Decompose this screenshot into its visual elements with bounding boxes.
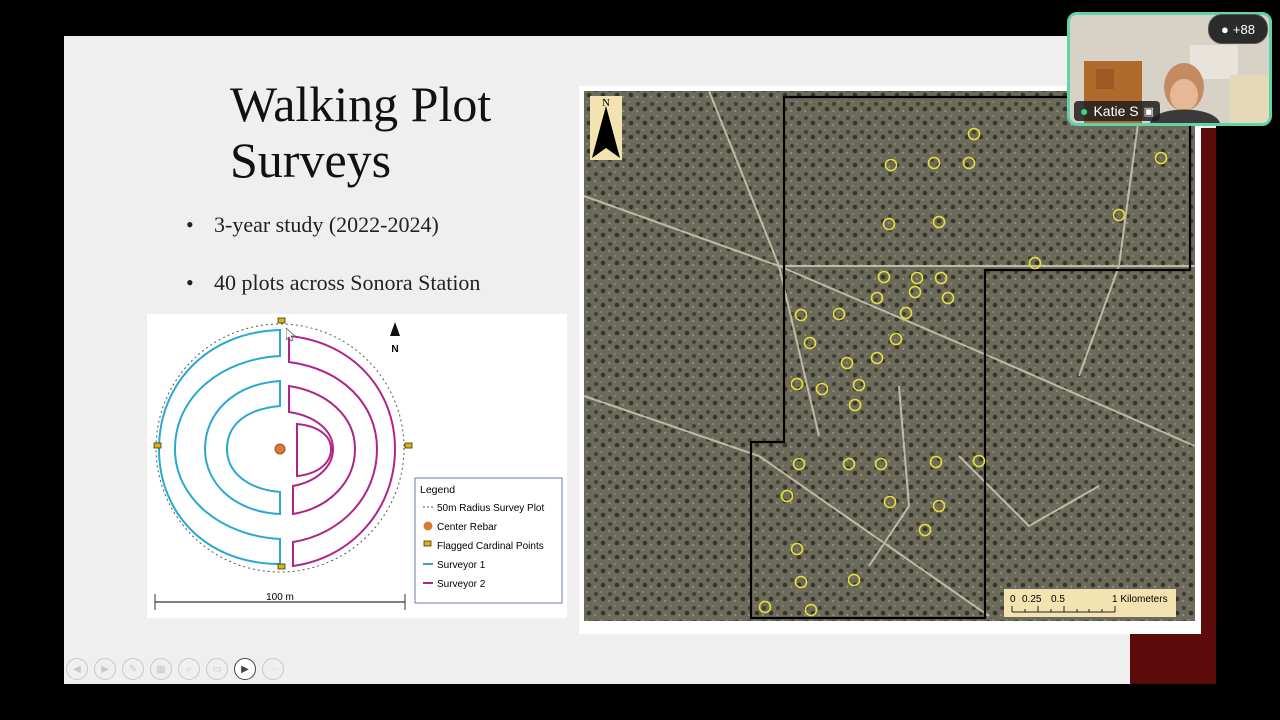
bullet-text: 40 plots across Sonora Station (214, 270, 481, 295)
slide: Walking Plot Surveys • 3-year study (2022… (64, 36, 1216, 684)
diagram-north-label: N (391, 344, 398, 355)
map-scale-tick: 0.25 (1022, 594, 1042, 605)
survey-plot-diagram: N 100 m Legend 50m Radius Survey Plot Ce… (147, 314, 567, 618)
person-icon: ● (1221, 21, 1229, 37)
more-icon[interactable]: ⋯ (262, 658, 284, 680)
participant-count: +88 (1232, 21, 1255, 37)
legend-title: Legend (420, 484, 455, 496)
legend-item: Surveyor 2 (437, 579, 486, 590)
bullet-text: 3-year study (2022-2024) (214, 212, 439, 237)
map-scale-tick: 0 (1010, 594, 1016, 605)
prev-icon[interactable]: ◀ (66, 658, 88, 680)
surveyor-2-path (288, 384, 357, 516)
slide-title-line-2: Surveys (230, 132, 392, 188)
surveyor-2-path (288, 334, 397, 568)
microphone-icon: ● (1080, 103, 1089, 119)
map-scale-tick: 1 Kilometers (1112, 594, 1168, 605)
map-north-label: N (602, 97, 610, 109)
surveyor-1-path (157, 328, 281, 566)
subtitles-icon[interactable]: ▭ (206, 658, 228, 680)
next-icon[interactable]: ▶ (94, 658, 116, 680)
grid-icon[interactable]: ▦ (150, 658, 172, 680)
aerial-map: N 0 0.25 0.5 1 Kilometers (579, 86, 1201, 634)
legend-item: 50m Radius Survey Plot (437, 503, 544, 514)
slide-title: Walking Plot Surveys (230, 76, 491, 188)
presentation-controls: ◀ ▶ ✎ ▦ ⌕ ▭ ▶ ⋯ (66, 658, 284, 680)
scale-label: 100 m (266, 592, 294, 603)
bullet-item: • 40 plots across Sonora Station (186, 270, 481, 295)
survey-plot-svg: N 100 m Legend 50m Radius Survey Plot Ce… (153, 317, 563, 610)
bullet-item: • 3-year study (2022-2024) (186, 212, 439, 237)
legend-item: Surveyor 1 (437, 560, 486, 571)
participants-button[interactable]: ● +88 (1208, 14, 1268, 44)
aerial-map-svg: N 0 0.25 0.5 1 Kilometers (583, 90, 1196, 621)
screen-share-icon: ▣ (1143, 105, 1155, 118)
participant-name: Katie S (1093, 103, 1139, 119)
slide-title-line-1: Walking Plot (230, 76, 492, 132)
cursor-icon (286, 328, 296, 342)
legend-item: Center Rebar (437, 522, 498, 533)
legend-swatch (423, 540, 432, 547)
center-rebar (274, 443, 286, 455)
legend-swatch (423, 521, 433, 531)
camera-icon[interactable]: ▶ (234, 658, 256, 680)
surveyor-1-path (203, 379, 281, 516)
legend-item: Flagged Cardinal Points (437, 541, 544, 552)
pen-icon[interactable]: ✎ (122, 658, 144, 680)
map-scale-tick: 0.5 (1051, 594, 1065, 605)
north-arrow-icon (390, 322, 400, 336)
zoom-icon[interactable]: ⌕ (178, 658, 200, 680)
participant-name-tag: ● Katie S ▣ (1074, 101, 1161, 121)
